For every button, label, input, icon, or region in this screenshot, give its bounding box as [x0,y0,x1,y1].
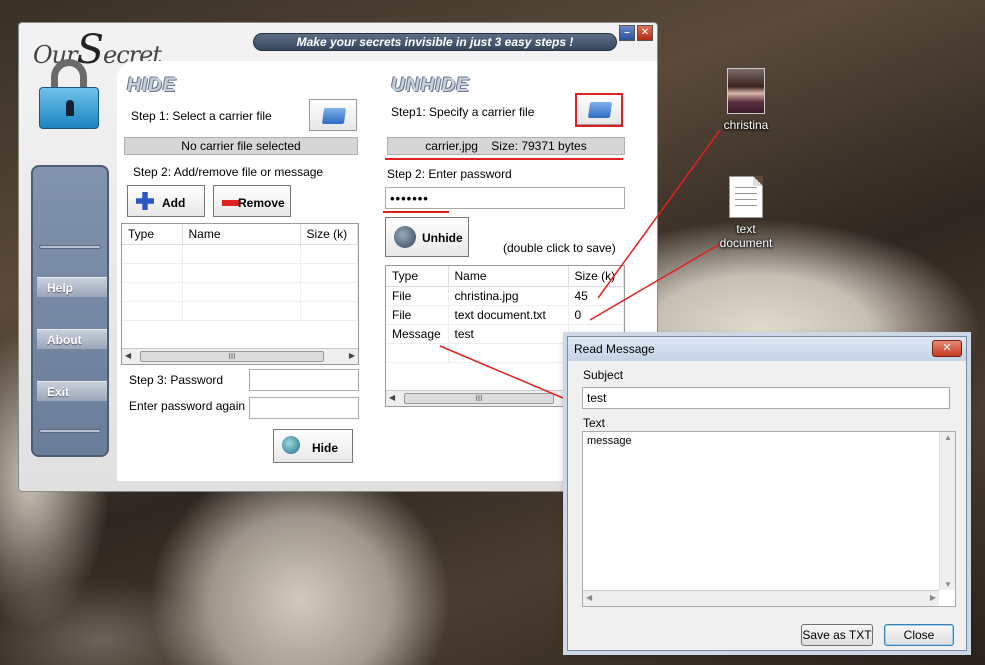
column-header[interactable]: Size (k) [300,224,358,245]
tagline-banner: Make your secrets invisible in just 3 ea… [253,33,617,51]
folder-icon [321,108,347,124]
horizontal-scrollbar[interactable]: ◀ ▶ [583,590,939,606]
unhide-title: UNHIDE [391,75,470,96]
help-button[interactable]: Help [37,277,107,297]
hide-step2-label: Step 2: Add/remove file or message [133,165,324,179]
hide-icon [282,436,300,454]
unhide-password-field[interactable]: ••••••• [385,187,625,209]
table-row [122,263,358,283]
add-button[interactable]: Add [127,185,205,217]
unhide-step1-label: Step1: Specify a carrier file [391,105,535,119]
double-click-hint: (double click to save) [503,241,616,255]
annotation-underline [383,211,449,213]
table-row [122,282,358,302]
lock-icon [39,59,99,129]
horizontal-scrollbar[interactable]: ◀ III ▶ [122,348,358,364]
desktop-icon-christina[interactable]: christina [711,68,781,132]
text-document-icon [729,176,763,218]
column-header[interactable]: Name [448,266,569,287]
desktop-icon-text-document[interactable]: text document [711,176,781,250]
column-header[interactable]: Name [182,224,301,245]
vertical-scrollbar[interactable]: ▲ ▼ [939,432,955,590]
hide-button[interactable]: Hide [273,429,353,463]
hide-step1-label: Step 1: Select a carrier file [131,109,272,123]
desktop-icon-label: text document [719,222,773,250]
annotation-box [575,93,623,127]
minimize-button[interactable]: – [619,25,635,41]
close-button[interactable]: Close [884,624,954,646]
hide-title: HIDE [127,75,177,96]
annotation-underline [385,158,623,160]
our-secret-window: OurSecret Make your secrets invisible in… [18,22,658,492]
remove-button[interactable]: Remove [213,185,291,217]
column-header[interactable]: Type [122,224,183,245]
save-as-txt-button[interactable]: Save as TXT [801,624,873,646]
about-button[interactable]: About [37,329,107,349]
message-text: message [587,435,632,447]
table-row [122,244,358,264]
unhide-button[interactable]: Unhide [385,217,469,257]
plus-icon [136,192,154,210]
table-row [122,301,358,321]
close-window-button[interactable]: ✕ [637,25,653,41]
hide-password-again-field[interactable] [249,397,359,419]
exit-button[interactable]: Exit [37,381,107,401]
dialog-title: Read Message [568,337,966,361]
column-header[interactable]: Type [386,266,449,287]
photo-icon [727,68,765,114]
dialog-close-x-button[interactable]: ✕ [932,340,962,357]
read-message-dialog: Read Message ✕ Subject test Text message… [567,336,967,651]
select-carrier-button[interactable] [309,99,357,131]
table-row[interactable]: File christina.jpg 45 [386,286,624,306]
desktop-icon-label: christina [723,118,769,132]
hide-password-again-label: Enter password again [129,399,246,413]
hide-step3-label: Step 3: Password [129,373,224,387]
message-textarea[interactable]: message ▲ ▼ ◀ ▶ [582,431,956,607]
hide-carrier-status: No carrier file selected [124,137,358,155]
hide-file-list[interactable]: Type Name Size (k) ◀ III ▶ [121,223,359,365]
unhide-carrier-info: carrier.jpg Size: 79371 bytes [387,137,625,155]
unhide-step2-label: Step 2: Enter password [387,167,512,181]
subject-field[interactable]: test [582,387,950,409]
subject-label: Subject [583,368,624,382]
keys-icon [394,226,416,248]
sidebar: Help About Exit [31,165,109,457]
table-row[interactable]: File text document.txt 0 [386,305,624,325]
column-header[interactable]: Size (k) [568,266,624,287]
hide-password-field[interactable] [249,369,359,391]
text-label: Text [583,416,606,430]
